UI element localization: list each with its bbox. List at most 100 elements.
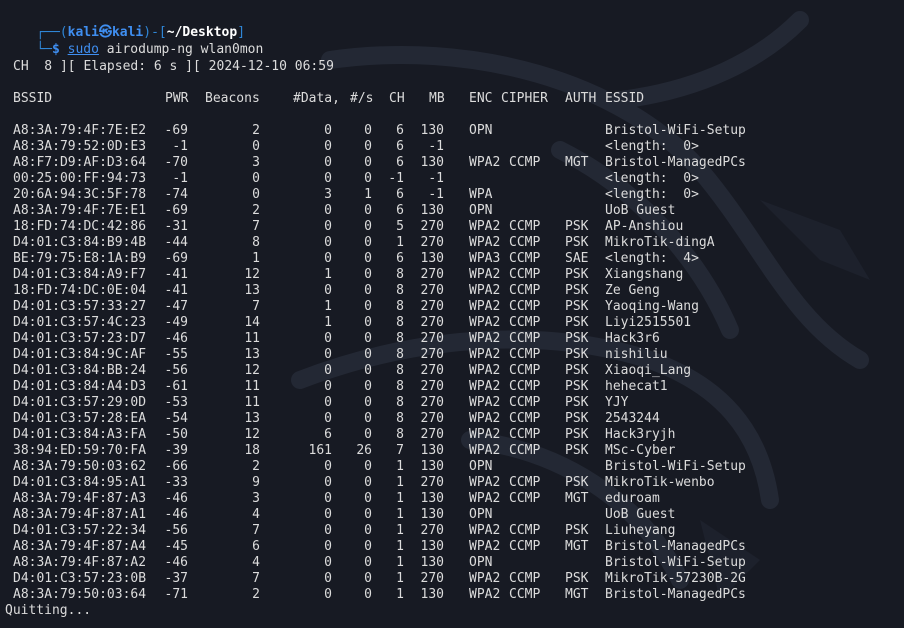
cell-cipher: CCMP bbox=[509, 155, 541, 170]
cell-cipher: CCMP bbox=[509, 331, 541, 346]
cell-ch: 8 bbox=[396, 427, 404, 442]
cell-essid: hehecat1 bbox=[605, 379, 668, 394]
cell-rate: 0 bbox=[364, 171, 372, 186]
cell-bssid: A8:3A:79:4F:87:A3 bbox=[13, 491, 147, 506]
table-row: A8:3A:79:52:0D:E3 -1 0 0 0 6 -1 <length: 0> bbox=[0, 139, 904, 155]
cell-auth: PSK bbox=[565, 571, 589, 586]
cell-cipher: CCMP bbox=[509, 283, 541, 298]
cell-auth: PSK bbox=[565, 235, 589, 250]
cell-enc: OPN bbox=[469, 507, 493, 522]
cell-cipher: CCMP bbox=[509, 235, 541, 250]
cell-rate: 0 bbox=[364, 155, 372, 170]
cell-data: 0 bbox=[324, 219, 332, 234]
cell-bssid: A8:3A:79:4F:87:A4 bbox=[13, 539, 147, 554]
cell-essid: MSc-Cyber bbox=[605, 443, 676, 458]
cell-enc: WPA2 bbox=[469, 235, 501, 250]
cell-rate: 0 bbox=[364, 251, 372, 266]
cell-ch: 1 bbox=[396, 235, 404, 250]
cell-data: 0 bbox=[324, 539, 332, 554]
cell-pwr: -39 bbox=[164, 443, 188, 458]
cell-pwr: -61 bbox=[164, 379, 188, 394]
cell-essid: Hack3r6 bbox=[605, 331, 660, 346]
cell-data: 0 bbox=[324, 363, 332, 378]
cell-essid: Bristol-WiFi-Setup bbox=[605, 555, 746, 570]
cell-data: 0 bbox=[324, 139, 332, 154]
cell-essid: Bristol-ManagedPCs bbox=[605, 587, 746, 602]
cell-bssid: 18:FD:74:DC:42:86 bbox=[13, 219, 147, 234]
cell-pwr: -53 bbox=[164, 395, 188, 410]
cell-pwr: -46 bbox=[164, 507, 188, 522]
cell-data: 1 bbox=[324, 315, 332, 330]
table-row: 18:FD:74:DC:0E:04 -41 13 0 0 8 270 WPA2 CCMP PSK Z… bbox=[0, 283, 904, 299]
cell-essid: Liyi2515501 bbox=[605, 315, 692, 330]
cell-auth: PSK bbox=[565, 347, 589, 362]
cell-essid: Bristol-WiFi-Setup bbox=[605, 459, 746, 474]
cell-cipher: CCMP bbox=[509, 443, 541, 458]
table-row: A8:3A:79:4F:7E:E2 -69 2 0 0 6 130 OPN Bristol-Wi… bbox=[0, 123, 904, 139]
cell-beacons: 7 bbox=[252, 219, 260, 234]
terminal-window[interactable]: ┌──(kali㉿kali)-[~/Desktop] └─$ sudo airo… bbox=[0, 0, 904, 628]
cell-pwr: -69 bbox=[164, 251, 188, 266]
cell-auth: PSK bbox=[565, 379, 589, 394]
cell-beacons: 11 bbox=[244, 379, 260, 394]
cell-ch: 8 bbox=[396, 299, 404, 314]
cell-essid: <length: 0> bbox=[605, 139, 699, 154]
cell-data: 0 bbox=[324, 555, 332, 570]
cell-beacons: 0 bbox=[252, 171, 260, 186]
cell-data: 0 bbox=[324, 171, 332, 186]
cell-enc: WPA2 bbox=[469, 379, 501, 394]
header-rate: #/s bbox=[350, 91, 374, 106]
cell-mb: 270 bbox=[420, 523, 444, 538]
cell-beacons: 0 bbox=[252, 139, 260, 154]
cell-auth: PSK bbox=[565, 331, 589, 346]
cell-mb: 270 bbox=[420, 395, 444, 410]
cell-rate: 0 bbox=[364, 475, 372, 490]
cell-beacons: 14 bbox=[244, 315, 260, 330]
cell-bssid: D4:01:C3:84:B9:4B bbox=[13, 235, 147, 250]
cell-mb: 270 bbox=[420, 267, 444, 282]
cell-bssid: 00:25:00:FF:94:73 bbox=[13, 171, 147, 186]
cell-mb: 270 bbox=[420, 347, 444, 362]
table-row: D4:01:C3:84:9C:AF -55 13 0 0 8 270 WPA2 CCMP PSK n… bbox=[0, 347, 904, 363]
cell-essid: UoB Guest bbox=[605, 507, 676, 522]
cell-ch: 1 bbox=[396, 539, 404, 554]
cell-ch: 8 bbox=[396, 267, 404, 282]
cell-essid: YJY bbox=[605, 395, 629, 410]
cell-bssid: D4:01:C3:84:A3:FA bbox=[13, 427, 147, 442]
prompt-line-command: └─$ sudo airodump-ng wlan0mon bbox=[5, 26, 263, 57]
cell-mb: -1 bbox=[428, 187, 444, 202]
cell-essid: Xiaoqi_Lang bbox=[605, 363, 692, 378]
cell-data: 0 bbox=[324, 235, 332, 250]
cell-essid: Bristol-ManagedPCs bbox=[605, 539, 746, 554]
cell-bssid: D4:01:C3:57:23:D7 bbox=[13, 331, 147, 346]
cell-pwr: -47 bbox=[164, 299, 188, 314]
cell-mb: -1 bbox=[428, 139, 444, 154]
cell-ch: 1 bbox=[396, 571, 404, 586]
cell-ch: 6 bbox=[396, 139, 404, 154]
cell-mb: 130 bbox=[420, 539, 444, 554]
cell-auth: PSK bbox=[565, 267, 589, 282]
cell-cipher: CCMP bbox=[509, 299, 541, 314]
cell-beacons: 18 bbox=[244, 443, 260, 458]
cell-ch: 6 bbox=[396, 251, 404, 266]
cell-auth: PSK bbox=[565, 443, 589, 458]
cell-ch: 6 bbox=[396, 155, 404, 170]
cell-enc: OPN bbox=[469, 459, 493, 474]
cell-mb: 270 bbox=[420, 571, 444, 586]
cell-data: 0 bbox=[324, 331, 332, 346]
cell-beacons: 2 bbox=[252, 123, 260, 138]
table-row: D4:01:C3:57:29:0D -53 11 0 0 8 270 WPA2 CCMP PSK Y… bbox=[0, 395, 904, 411]
cell-pwr: -37 bbox=[164, 571, 188, 586]
cell-bssid: D4:01:C3:57:23:0B bbox=[13, 571, 147, 586]
cell-cipher: CCMP bbox=[509, 587, 541, 602]
cell-enc: WPA2 bbox=[469, 443, 501, 458]
header-mb: MB bbox=[429, 91, 445, 106]
table-row: 00:25:00:FF:94:73 -1 0 0 0 -1 -1 <length: 0> bbox=[0, 171, 904, 187]
cell-ch: 5 bbox=[396, 219, 404, 234]
cell-bssid: D4:01:C3:84:A9:F7 bbox=[13, 267, 147, 282]
cell-rate: 0 bbox=[364, 411, 372, 426]
cell-cipher: CCMP bbox=[509, 491, 541, 506]
cell-auth: SAE bbox=[565, 251, 589, 266]
cell-mb: 270 bbox=[420, 475, 444, 490]
cell-enc: WPA2 bbox=[469, 491, 501, 506]
